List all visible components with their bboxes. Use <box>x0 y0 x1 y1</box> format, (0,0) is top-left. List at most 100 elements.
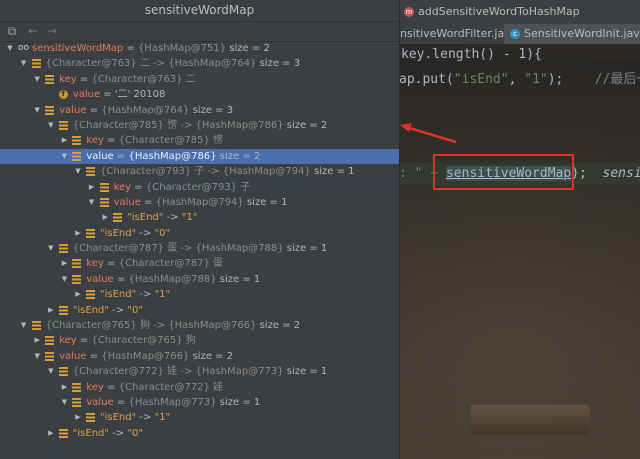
tree-row[interactable]: f value = '二' 20108 <box>0 87 399 102</box>
tree-row[interactable]: ▶ "isEnd" -> "0" <box>0 226 399 241</box>
tree-row[interactable]: ▶ key = {Character@765} 狗 <box>0 333 399 348</box>
separator: = <box>76 335 92 347</box>
variable-name: value <box>86 396 114 408</box>
tree-row-content: key = {Character@772} 娃 <box>86 380 223 395</box>
tree-row-content: {Character@772} 娃 -> {HashMap@773} size … <box>73 364 328 379</box>
tab-add-sensitive-word[interactable]: m addSensitiveWordToHashMap <box>404 2 580 22</box>
field-icon <box>72 151 82 161</box>
field-icon <box>45 336 55 346</box>
separator: = <box>140 196 156 208</box>
tree-row[interactable]: ▼ {Character@765} 狗 -> {HashMap@766} size… <box>0 318 399 333</box>
collapse-arrow-icon[interactable]: ▶ <box>59 380 69 395</box>
variable-type: {Character@793} 子 <box>145 181 251 193</box>
field-icon <box>58 120 68 130</box>
expand-arrow-icon[interactable]: ▼ <box>46 241 56 256</box>
tree-row[interactable]: ▶ "isEnd" -> "0" <box>0 426 399 441</box>
tree-row[interactable]: ▼ value = {HashMap@773} size = 1 <box>0 395 399 410</box>
collapse-arrow-icon[interactable]: ▶ <box>32 333 42 348</box>
expand-arrow-icon[interactable]: ▼ <box>32 349 42 364</box>
primitive-field-icon: f <box>58 90 68 100</box>
expand-arrow-icon[interactable]: ▼ <box>5 41 15 56</box>
back-arrow-icon[interactable]: ← <box>26 24 40 38</box>
tree-row-content: value = {HashMap@794} size = 1 <box>114 195 288 210</box>
tree-row[interactable]: ▼ oo sensitiveWordMap = {HashMap@751} size… <box>0 41 399 56</box>
collapse-arrow-icon[interactable]: ▶ <box>100 210 110 225</box>
tree-row[interactable]: ▼ value = {HashMap@766} size = 2 <box>0 349 399 364</box>
tree-row[interactable]: ▶ key = {Character@793} 子 <box>0 180 399 195</box>
tree-row[interactable]: ▼ value = {HashMap@786} size = 2 <box>0 148 399 165</box>
variable-type: {Character@763} 二 <box>91 73 196 85</box>
expand-arrow-icon[interactable]: ▼ <box>19 56 29 71</box>
forward-arrow-icon[interactable]: → <box>45 24 59 38</box>
tree-row[interactable]: ▶ key = {Character@785} 愣 <box>0 133 399 148</box>
tree-row[interactable]: ▼ {Character@793} 子 -> {HashMap@794} size… <box>0 164 399 179</box>
tree-row[interactable]: ▶ key = {Character@772} 娃 <box>0 380 399 395</box>
tree-row-content: {Character@763} 二 -> {HashMap@764} size … <box>46 56 301 71</box>
variable-type: {Character@765} 狗 -> {HashMap@766} <box>45 320 257 332</box>
variable-name: key <box>59 73 77 85</box>
collapse-arrow-icon[interactable]: ▶ <box>73 287 83 302</box>
tree-row[interactable]: ▼ value = {HashMap@764} size = 3 <box>0 103 399 118</box>
editor-tab-bar: m addSensitiveWordToHashMap <box>400 0 640 24</box>
variable-detail: size = 3 <box>256 58 301 70</box>
map-key-string: "isEnd" <box>100 227 137 239</box>
tree-row-content: "isEnd" -> "0" <box>73 303 143 318</box>
collapse-arrow-icon[interactable]: ▶ <box>46 303 56 318</box>
tree-row[interactable]: ▶ key = {Character@787} 蛋 <box>0 256 399 271</box>
tree-row[interactable]: ▼ {Character@772} 娃 -> {HashMap@773} size… <box>0 364 399 379</box>
variable-detail: '二' 20108 <box>114 89 166 101</box>
expand-arrow-icon[interactable]: ▼ <box>32 103 42 118</box>
evaluate-icon[interactable]: ⧉ <box>5 24 19 38</box>
variable-type: {HashMap@751} <box>138 43 227 54</box>
tree-row-content: "isEnd" -> "0" <box>100 226 170 241</box>
expand-arrow-icon[interactable]: ▼ <box>59 272 69 287</box>
map-key-string: "isEnd" <box>72 304 109 316</box>
tree-row[interactable]: ▶ "isEnd" -> "0" <box>0 303 399 318</box>
collapse-arrow-icon[interactable]: ▶ <box>73 226 83 241</box>
tab-sensitive-word-init[interactable]: c SensitiveWordInit.java <box>504 24 640 44</box>
collapse-arrow-icon[interactable]: ▶ <box>46 426 56 441</box>
collapse-arrow-icon[interactable]: ▶ <box>87 180 97 195</box>
tree-row-content: key = {Character@787} 蛋 <box>86 256 223 271</box>
expand-arrow-icon[interactable]: ▼ <box>59 395 69 410</box>
variable-type: {HashMap@786} <box>128 150 217 162</box>
method-icon: m <box>404 7 414 17</box>
separator: -> <box>109 304 128 316</box>
expand-arrow-icon[interactable]: ▼ <box>73 164 83 179</box>
variable-name: value <box>59 350 87 362</box>
collapse-arrow-icon[interactable]: ▶ <box>59 256 69 271</box>
variable-name: sensitiveWordMap <box>32 43 124 54</box>
tree-row-content: {Character@793} 子 -> {HashMap@794} size … <box>100 164 355 179</box>
variable-type: {Character@772} 娃 <box>118 381 224 393</box>
expand-arrow-icon[interactable]: ▼ <box>59 149 69 164</box>
expand-arrow-icon[interactable]: ▼ <box>46 364 56 379</box>
expand-arrow-icon[interactable]: ▼ <box>19 318 29 333</box>
tree-row[interactable]: ▼ {Character@787} 蛋 -> {HashMap@788} size… <box>0 241 399 256</box>
tree-row[interactable]: ▶ "isEnd" -> "1" <box>0 210 399 225</box>
separator: = <box>86 350 102 362</box>
variable-name: key <box>86 135 104 147</box>
expand-arrow-icon[interactable]: ▼ <box>32 72 42 87</box>
code-line-2: ap.put("isEnd", "1"); //最后一个 <box>399 72 640 87</box>
variable-detail: size = 1 <box>243 196 288 208</box>
tree-row[interactable]: ▼ key = {Character@763} 二 <box>0 72 399 87</box>
tree-row[interactable]: ▼ value = {HashMap@794} size = 1 <box>0 195 399 210</box>
separator: = <box>113 150 129 162</box>
variable-type: {Character@785} 愣 <box>118 135 224 147</box>
tree-row[interactable]: ▶ "isEnd" -> "1" <box>0 287 399 302</box>
tree-row[interactable]: ▼ value = {HashMap@788} size = 1 <box>0 272 399 287</box>
map-key-string: "isEnd" <box>72 427 109 439</box>
field-icon <box>86 413 95 423</box>
tree-row[interactable]: ▼ {Character@785} 愣 -> {HashMap@786} size… <box>0 118 399 133</box>
tree-row-content: key = {Character@765} 狗 <box>59 333 196 348</box>
tree-row-content: {Character@787} 蛋 -> {HashMap@788} size … <box>73 241 328 256</box>
tree-row[interactable]: ▼ {Character@763} 二 -> {HashMap@764} size… <box>0 56 399 71</box>
expand-arrow-icon[interactable]: ▼ <box>87 195 97 210</box>
tab-sensitive-word-filter[interactable]: nsitiveWordFilter.java <box>400 24 517 44</box>
collapse-arrow-icon[interactable]: ▶ <box>59 133 69 148</box>
tree-row-content: value = {HashMap@786} size = 2 <box>86 149 260 164</box>
collapse-arrow-icon[interactable]: ▶ <box>73 410 83 425</box>
tree-row-content: "isEnd" -> "1" <box>100 410 170 425</box>
tree-row[interactable]: ▶ "isEnd" -> "1" <box>0 410 399 425</box>
expand-arrow-icon[interactable]: ▼ <box>46 118 56 133</box>
